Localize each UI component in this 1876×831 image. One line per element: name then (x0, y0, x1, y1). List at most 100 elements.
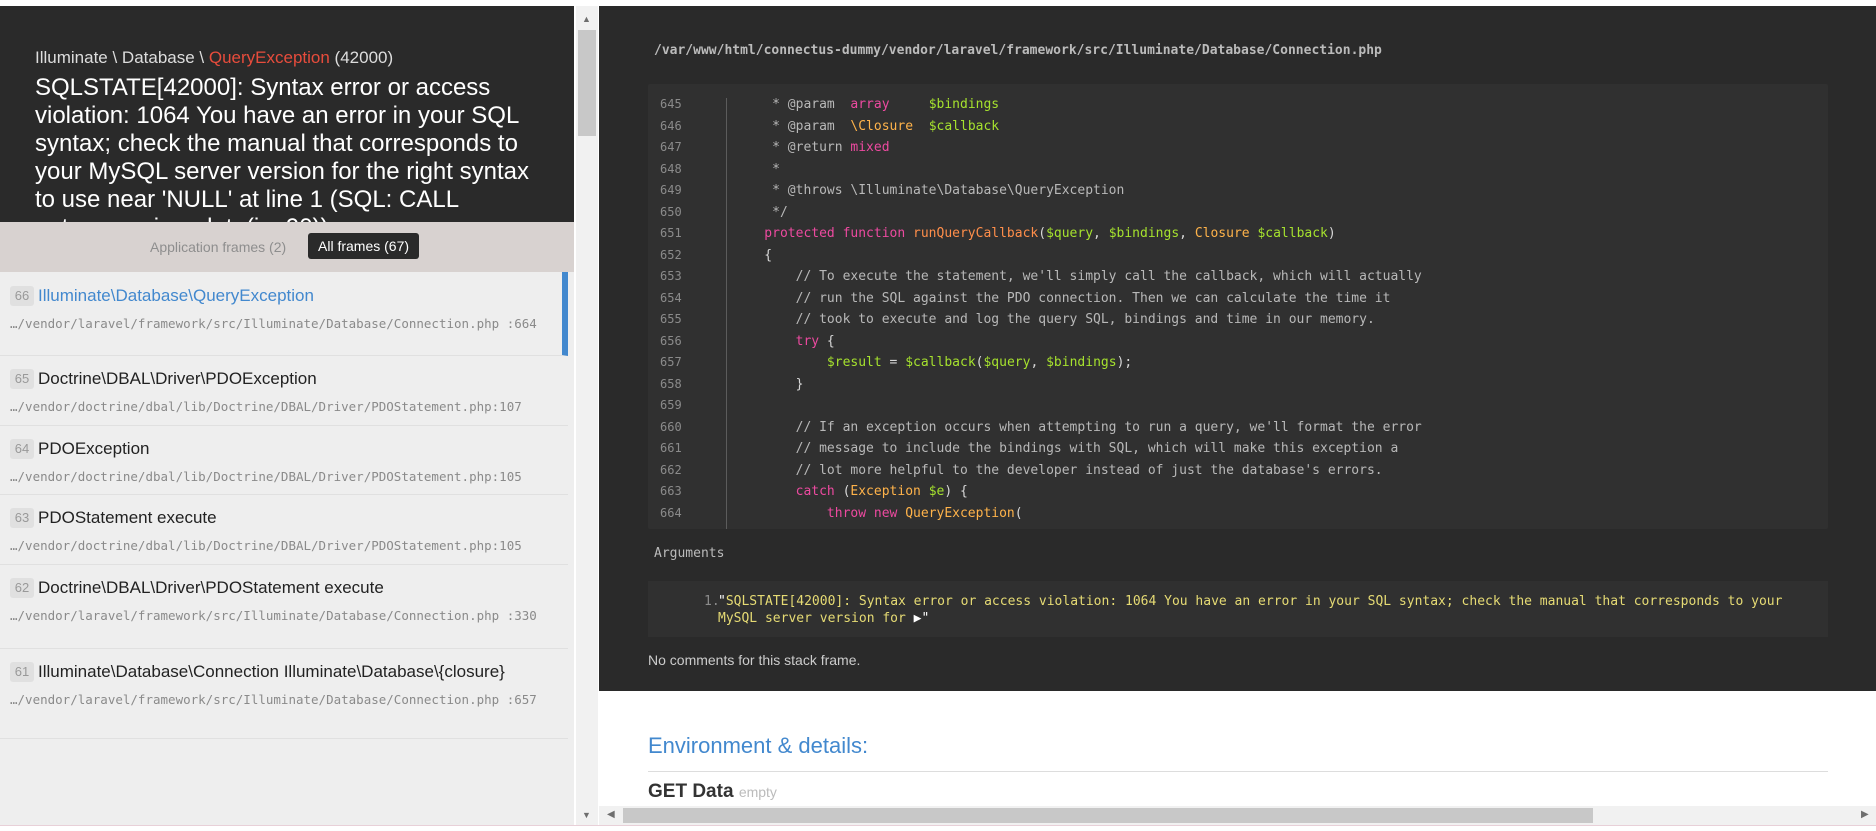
exception-namespace: Illuminate \ Database \ (35, 48, 209, 67)
code-token: * @throws \Illuminate\Database\QueryExce… (733, 183, 1125, 198)
code-line: 662 // lot more helpful to the developer… (648, 460, 1828, 481)
scroll-up-icon[interactable]: ▲ (582, 14, 591, 24)
frame-file-path: /var/www/html/connectus-dummy/vendor/lar… (654, 43, 1382, 58)
line-number: 652 (660, 247, 682, 262)
line-number: 661 (660, 441, 682, 455)
code-text: } (733, 374, 804, 395)
frame-class: Illuminate\Database\QueryException (38, 286, 314, 305)
code-text: catch (Exception $e) { (733, 481, 968, 502)
frame-class: PDOException (38, 439, 150, 458)
code-text: // message to include the bindings with … (733, 438, 1399, 459)
frame-number: 64 (10, 439, 34, 459)
frame-class: PDOStatement execute (38, 508, 217, 527)
code-text: $result = $callback($query, $bindings); (733, 352, 1132, 373)
line-number: 648 (660, 161, 682, 176)
code-line: 658 } (648, 374, 1828, 395)
line-number: 655 (660, 312, 682, 326)
left-vertical-scrollbar[interactable]: ▲ ▼ (576, 6, 598, 825)
code-token: , (1179, 226, 1195, 241)
code-text: // If an exception occurs when attemptin… (733, 417, 1422, 438)
frame-filter-tabs: Application frames (2) All frames (67) (0, 222, 574, 272)
frame-item[interactable]: 66 Illuminate\Database\QueryException …/… (0, 272, 568, 356)
code-line: 663 catch (Exception $e) { (648, 481, 1828, 502)
code-token: $callback (928, 118, 1000, 134)
scroll-left-icon[interactable]: ◀ (607, 809, 615, 820)
frame-file: …/vendor/doctrine/dbal/lib/Doctrine/DBAL… (10, 469, 522, 484)
scroll-right-icon[interactable]: ▶ (1861, 809, 1869, 820)
code-token: $bindings (1046, 355, 1117, 370)
scrollbar-thumb[interactable] (578, 30, 596, 136)
code-token: Exception (850, 484, 929, 499)
code-token: $e (928, 484, 945, 499)
code-line: 648 * (648, 159, 1828, 180)
code-token: { (826, 333, 835, 349)
frame-number: 66 (10, 286, 34, 306)
get-data-title: GET Data (648, 781, 734, 802)
code-token: ) (1327, 226, 1336, 241)
frame-item[interactable]: 64 PDOException …/vendor/doctrine/dbal/l… (0, 426, 568, 495)
code-token: // If an exception occurs when attemptin… (733, 419, 1422, 435)
frame-item[interactable]: 62 Doctrine\DBAL\Driver\PDOStatement exe… (0, 565, 568, 649)
exception-message: SQLSTATE[42000]: Syntax error or access … (35, 74, 529, 222)
code-token: catch (733, 484, 843, 499)
code-token: * (733, 161, 780, 177)
no-comments-text: No comments for this stack frame. (648, 652, 861, 668)
scrollbar-thumb[interactable] (623, 808, 1593, 823)
environment-title: Environment & details: (648, 733, 869, 758)
frame-item[interactable]: 61 Illuminate\Database\Connection Illumi… (0, 649, 568, 739)
code-token: */ (733, 204, 788, 220)
code-token: * @return (733, 140, 851, 155)
get-data-heading: GET Data empty (648, 781, 777, 803)
code-token: $query (983, 355, 1031, 370)
exception-header: Illuminate \ Database \ QueryException (… (0, 6, 574, 222)
code-line: 664 throw new QueryException( (648, 503, 1828, 524)
frame-number: 65 (10, 369, 34, 389)
tab-all-frames[interactable]: All frames (67) (308, 233, 420, 259)
code-token: // message to include the bindings with … (733, 441, 1399, 456)
frame-class: Illuminate\Database\Connection Illuminat… (38, 662, 505, 681)
code-token: $query (1046, 226, 1094, 241)
stack-panel: Illuminate \ Database \ QueryException (… (0, 6, 574, 825)
frame-item[interactable]: 63 PDOStatement execute …/vendor/doctrin… (0, 495, 568, 565)
horizontal-scrollbar[interactable]: ◀ ▶ (599, 806, 1876, 825)
code-token: protected function (733, 226, 914, 241)
frame-item[interactable]: 65 Doctrine\DBAL\Driver\PDOException …/v… (0, 356, 568, 426)
code-text: // run the SQL against the PDO connectio… (733, 288, 1391, 309)
code-line: 655 // took to execute and log the query… (648, 309, 1828, 330)
code-text: */ (733, 202, 788, 223)
code-line: 647 * @return mixed (648, 137, 1828, 158)
code-token: = (889, 355, 906, 370)
code-line: 657 $result = $callback($query, $binding… (648, 352, 1828, 373)
code-token: $bindings (928, 97, 1000, 112)
code-text: // took to execute and log the query SQL… (733, 309, 1375, 330)
code-token: ); (1116, 355, 1133, 370)
frame-file: …/vendor/doctrine/dbal/lib/Doctrine/DBAL… (10, 538, 522, 553)
line-number: 653 (660, 269, 682, 283)
line-number: 649 (660, 183, 682, 197)
line-number: 660 (660, 419, 682, 434)
argument-close-quote: " (921, 611, 930, 626)
code-token: { (733, 247, 773, 263)
frame-class: Doctrine\DBAL\Driver\PDOStatement execut… (38, 578, 384, 597)
scroll-down-icon[interactable]: ▼ (582, 810, 591, 820)
frame-file: …/vendor/laravel/framework/src/Illuminat… (10, 692, 537, 707)
line-number: 646 (660, 118, 682, 133)
code-token: QueryException (905, 505, 1015, 521)
line-number: 651 (660, 226, 682, 240)
code-text: throw new QueryException( (733, 503, 1023, 524)
line-number: 659 (660, 398, 682, 412)
details-panel: /var/www/html/connectus-dummy/vendor/lar… (599, 6, 1876, 806)
code-token: $callback (905, 355, 976, 370)
arguments-block: 1. "SQLSTATE[42000]: Syntax error or acc… (648, 581, 1828, 637)
frame-number: 62 (10, 578, 34, 598)
environment-divider (648, 771, 1828, 772)
code-line: 650 */ (648, 202, 1828, 223)
code-token: // lot more helpful to the developer ins… (733, 462, 1383, 478)
code-token: // run the SQL against the PDO connectio… (733, 290, 1391, 306)
code-token: } (733, 376, 804, 392)
expand-argument-icon[interactable]: ▶ (914, 611, 922, 626)
line-number: 647 (660, 140, 682, 154)
code-token: array (850, 97, 890, 112)
tab-application-frames[interactable]: Application frames (2) (150, 239, 286, 255)
